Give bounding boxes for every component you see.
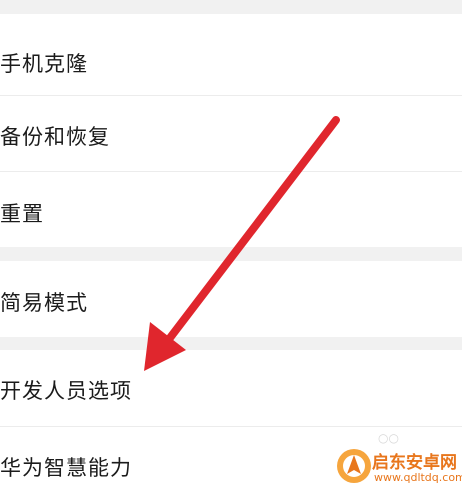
settings-item-label: 备份和恢复 [0, 125, 110, 149]
settings-item-reset[interactable]: 重置 [0, 172, 462, 247]
settings-item-label: 开发人员选项 [0, 379, 132, 403]
group-separator [0, 247, 462, 261]
settings-item-label: 华为智慧能力 [0, 456, 132, 480]
site-watermark: 启东安卓网 www.qdltdq.com [334, 444, 462, 488]
settings-item-phone-clone[interactable]: 手机克隆 [0, 14, 462, 96]
faint-marks: ○○ [378, 431, 399, 445]
watermark-logo-icon [337, 449, 371, 483]
group-separator [0, 0, 462, 14]
settings-item-label: 重置 [0, 202, 44, 226]
settings-screen: 手机克隆 备份和恢复 重置 简易模式 开发人员选项 华为智慧能力 ○○ 启东安卓… [0, 0, 462, 489]
settings-item-developer-options[interactable]: 开发人员选项 [0, 350, 462, 426]
settings-item-simple-mode[interactable]: 简易模式 [0, 261, 462, 337]
watermark-site-name: 启东安卓网 [372, 453, 457, 473]
group-separator [0, 337, 462, 350]
settings-item-backup-restore[interactable]: 备份和恢复 [0, 96, 462, 171]
watermark-site-url: www.qdltdq.com [374, 471, 462, 484]
settings-item-label: 手机克隆 [0, 52, 88, 76]
settings-item-label: 简易模式 [0, 291, 88, 315]
